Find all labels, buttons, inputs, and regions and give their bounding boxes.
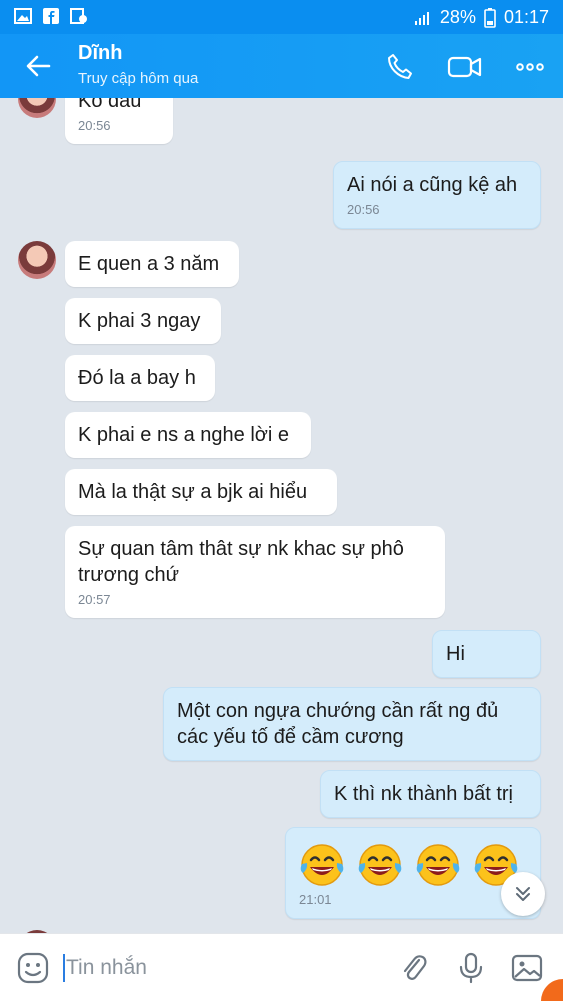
face-with-tears-of-joy-icon: [300, 844, 344, 886]
message-incoming[interactable]: Sự quan tâm thât sự nk khac sự phô trươn…: [65, 526, 445, 618]
scroll-to-bottom-button[interactable]: [501, 872, 545, 916]
message-incoming[interactable]: E quen a 3 năm: [65, 241, 239, 287]
message-incoming[interactable]: Ko đâu 20:56: [65, 98, 173, 144]
contact-name[interactable]: Dĩnh: [78, 42, 122, 65]
status-bar: 28% 01:17: [0, 0, 563, 34]
facebook-notification-icon: [43, 8, 59, 24]
paperclip-icon[interactable]: [397, 951, 431, 985]
message-text: K thì nk thành bất trị: [334, 783, 513, 805]
face-with-tears-of-joy-icon: [416, 844, 460, 886]
message-outgoing-emoji[interactable]: 21:01: [285, 827, 541, 919]
message-outgoing[interactable]: Hi: [432, 630, 541, 678]
message-incoming[interactable]: Mà la thật sự a bjk ai hiểu: [65, 469, 337, 515]
video-camera-icon[interactable]: [447, 52, 483, 82]
more-dots-icon[interactable]: [515, 52, 545, 82]
clock: 01:17: [503, 7, 549, 27]
face-with-tears-of-joy-icon: [358, 844, 402, 886]
message-time: 20:56: [347, 202, 380, 217]
composer-bar: Tin nhắn: [0, 933, 563, 1001]
message-time: 20:56: [78, 118, 111, 133]
contact-avatar[interactable]: [18, 98, 56, 118]
message-time: 20:57: [78, 592, 111, 607]
text-caret: [63, 954, 65, 982]
message-outgoing[interactable]: Một con ngựa chướng cần rất ng đủ các yế…: [163, 687, 541, 761]
message-outgoing[interactable]: Ai nói a cũng kệ ah 20:56: [333, 161, 541, 229]
last-seen-status: Truy cập hôm qua: [78, 70, 199, 87]
message-outgoing[interactable]: K thì nk thành bất trị: [320, 770, 541, 818]
message-text: Ai nói a cũng kệ ah: [347, 174, 518, 196]
gallery-check-notification-icon: [70, 8, 87, 24]
message-text: Mà la thật sự a bjk ai hiểu: [78, 481, 308, 503]
battery-percent: 28%: [439, 7, 476, 27]
message-text: Một con ngựa chướng cần rất ng đủ các yế…: [177, 700, 499, 748]
message-incoming[interactable]: Đó la a bay h: [65, 355, 215, 401]
sticker-face-icon[interactable]: [16, 951, 50, 985]
message-text: K phai 3 ngay: [78, 310, 201, 332]
message-list[interactable]: Ko đâu 20:56 Ai nói a cũng kệ ah 20:56 E…: [0, 98, 563, 933]
message-input[interactable]: Tin nhắn: [66, 956, 147, 980]
image-icon[interactable]: [510, 951, 544, 985]
message-text: Hi: [446, 643, 465, 665]
signal-icon: [414, 11, 429, 25]
message-text: E quen a 3 năm: [78, 253, 220, 275]
message-text: Ko đâu: [78, 98, 142, 112]
arrow-left-icon[interactable]: [24, 52, 52, 80]
phone-icon[interactable]: [385, 52, 415, 82]
battery-icon: [484, 7, 496, 28]
contact-avatar[interactable]: [18, 241, 56, 279]
microphone-icon[interactable]: [454, 951, 488, 985]
message-text: Đó la a bay h: [78, 367, 196, 389]
floating-badge[interactable]: [541, 979, 563, 1001]
gallery-notification-icon: [14, 8, 32, 24]
message-text: K phai e ns a nghe lời e: [78, 424, 290, 446]
message-time: 21:01: [299, 892, 332, 907]
chat-header: Dĩnh Truy cập hôm qua: [0, 34, 563, 98]
message-text: Sự quan tâm thât sự nk khac sự phô trươn…: [78, 538, 404, 586]
message-incoming[interactable]: K phai 3 ngay: [65, 298, 221, 344]
chevron-double-down-icon: [516, 887, 530, 901]
message-incoming[interactable]: K phai e ns a nghe lời e: [65, 412, 311, 458]
